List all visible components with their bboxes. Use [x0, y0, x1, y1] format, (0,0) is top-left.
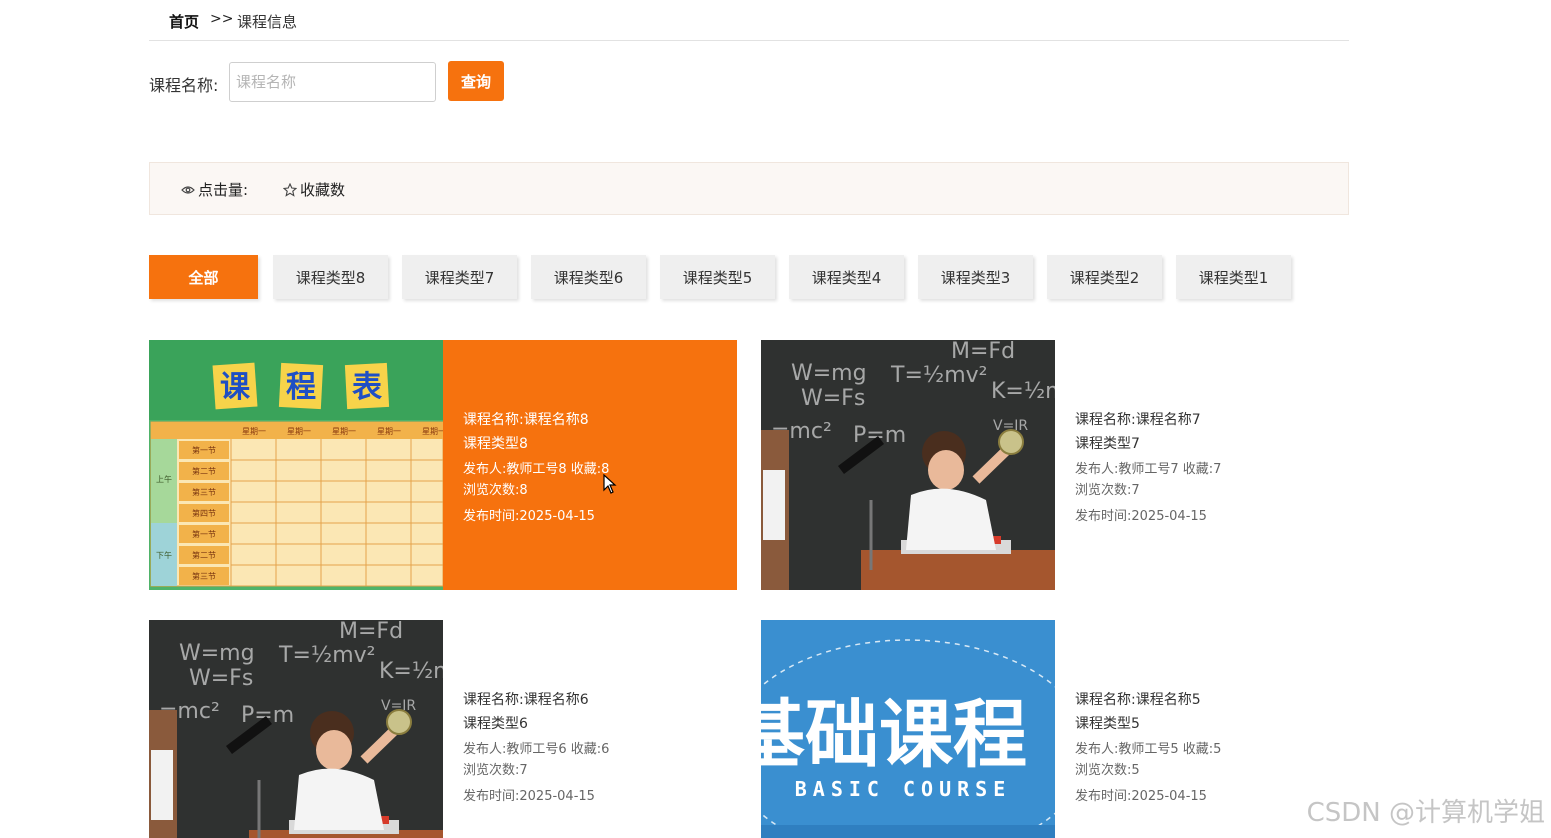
course-type: 课程类型8: [463, 436, 528, 452]
course-publisher-favorites: 发布人:教师工号5 收藏:5: [1075, 739, 1349, 760]
search-label: 课程名称:: [149, 76, 219, 95]
timetable-day-4: 星期一: [377, 427, 401, 436]
formula-1: W=mg: [791, 361, 867, 386]
course-publisher-favorites: 发布人:教师工号7 收藏:7: [1075, 459, 1349, 480]
tab-course-type-6[interactable]: 课程类型6: [531, 255, 646, 299]
course-type: 课程类型5: [1075, 716, 1140, 732]
tab-course-type-3[interactable]: 课程类型3: [918, 255, 1033, 299]
course-card[interactable]: 基础课程 BASIC COURSE 课程名称:课程名称5 课程类型5 发布人:教…: [761, 620, 1349, 838]
tab-course-type-2[interactable]: 课程类型2: [1047, 255, 1162, 299]
course-publisher: 发布人:教师工号5: [1075, 742, 1179, 757]
course-type: 课程类型6: [463, 716, 528, 732]
course-publisher: 发布人:教师工号6: [463, 742, 567, 757]
formula-3: T=½mv²: [890, 363, 987, 388]
course-thumbnail-basic-course[interactable]: 基础课程 BASIC COURSE: [761, 620, 1055, 838]
course-info: 课程名称:课程名称6 课程类型6 发布人:教师工号6 收藏:6 浏览次数:7 发…: [443, 620, 737, 838]
timetable-am: 上午: [156, 474, 172, 484]
course-views: 浏览次数:8: [463, 483, 528, 498]
csdn-watermark: CSDN @计算机学姐: [1306, 798, 1545, 828]
course-thumbnail-blackboard[interactable]: W=mg W=Fs T=½mv² K=½m =mc² P=m M=Fd V=IR: [761, 340, 1055, 590]
sort-by-views[interactable]: 点击量:: [181, 179, 248, 200]
star-icon: [283, 182, 297, 197]
timetable-char-3: 表: [352, 370, 382, 405]
breadcrumb-current: 课程信息: [237, 13, 298, 31]
course-publisher: 发布人:教师工号7: [1075, 462, 1179, 477]
timetable-pm: 下午: [156, 550, 172, 560]
course-name: 课程名称:课程名称7: [1075, 412, 1201, 428]
timetable-period-2: 第二节: [192, 466, 216, 476]
timetable-day-3: 星期一: [332, 427, 356, 436]
breadcrumb-separator: >>: [210, 11, 234, 27]
formula-2: W=Fs: [801, 386, 865, 411]
sort-views-label: 点击量:: [198, 181, 249, 199]
course-favorites: 收藏:5: [1182, 742, 1222, 757]
basic-course-title: 基础课程: [761, 692, 1027, 778]
course-name: 课程名称:课程名称8: [463, 412, 589, 428]
course-publisher: 发布人:教师工号8: [463, 462, 567, 477]
course-publish-time: 发布时间:2025-04-15: [463, 789, 595, 804]
sort-favorites-label: 收藏数: [300, 181, 346, 199]
sort-by-favorites[interactable]: 收藏数: [283, 179, 345, 200]
tab-course-type-1[interactable]: 课程类型1: [1176, 255, 1291, 299]
course-card[interactable]: W=mg W=Fs T=½mv² K=½m =mc² P=m M=Fd V=IR: [149, 620, 737, 838]
course-publish-time: 发布时间:2025-04-15: [1075, 509, 1207, 524]
timetable-period-3: 第三节: [192, 487, 216, 497]
formula-4: K=½m: [379, 659, 443, 684]
course-thumbnail-blackboard[interactable]: W=mg W=Fs T=½mv² K=½m =mc² P=m M=Fd V=IR: [149, 620, 443, 838]
course-name: 课程名称:课程名称5: [1075, 692, 1201, 708]
tab-all[interactable]: 全部: [149, 255, 258, 299]
sort-bar: 点击量: 收藏数: [149, 162, 1349, 215]
timetable-day-5: 星期一: [422, 427, 443, 436]
course-info: 课程名称:课程名称5 课程类型5 发布人:教师工号5 收藏:5 浏览次数:5 发…: [1055, 620, 1349, 838]
formula-4: K=½m: [991, 379, 1055, 404]
course-card[interactable]: W=mg W=Fs T=½mv² K=½m =mc² P=m M=Fd V=IR: [761, 340, 1349, 590]
timetable-day-1: 星期一: [242, 427, 266, 436]
course-views: 浏览次数:7: [1075, 483, 1140, 498]
breadcrumb: 首页 >> 课程信息: [149, 0, 1349, 41]
search-button[interactable]: 查询: [448, 61, 504, 101]
course-views: 浏览次数:7: [463, 763, 528, 778]
timetable-period-4: 第四节: [192, 508, 216, 518]
course-views: 浏览次数:5: [1075, 763, 1140, 778]
formula-3: T=½mv²: [278, 643, 375, 668]
tab-course-type-5[interactable]: 课程类型5: [660, 255, 775, 299]
eye-icon: [181, 185, 195, 195]
timetable-period-5: 第一节: [192, 529, 216, 539]
formula-1: W=mg: [179, 641, 255, 666]
timetable-char-2: 程: [286, 370, 316, 405]
course-thumbnail-timetable[interactable]: 课 程 表 星期一 星期一 星期一 星期一 星期一 上午 下午 第一节 第二节 …: [149, 340, 443, 590]
tab-course-type-4[interactable]: 课程类型4: [789, 255, 904, 299]
course-card[interactable]: 课 程 表 星期一 星期一 星期一 星期一 星期一 上午 下午 第一节 第二节 …: [149, 340, 737, 590]
breadcrumb-home-link[interactable]: 首页: [169, 11, 199, 32]
course-favorites: 收藏:7: [1182, 462, 1222, 477]
course-publish-time: 发布时间:2025-04-15: [463, 509, 595, 524]
mouse-cursor-icon: [603, 473, 617, 498]
formula-7: M=Fd: [339, 620, 403, 644]
course-publisher-favorites: 发布人:教师工号6 收藏:6: [463, 739, 737, 760]
course-name-search-input[interactable]: [229, 62, 436, 102]
course-type: 课程类型7: [1075, 436, 1140, 452]
course-info: 课程名称:课程名称8 课程类型8 发布人:教师工号8 收藏:8 浏览次数:8 发…: [443, 340, 737, 590]
tab-course-type-7[interactable]: 课程类型7: [402, 255, 517, 299]
course-publisher-favorites: 发布人:教师工号8 收藏:8: [463, 459, 737, 480]
basic-course-subtitle: BASIC COURSE: [795, 777, 1012, 801]
timetable-char-1: 课: [220, 370, 251, 405]
tab-course-type-8[interactable]: 课程类型8: [273, 255, 388, 299]
timetable-period-1: 第一节: [192, 445, 216, 455]
course-info: 课程名称:课程名称7 课程类型7 发布人:教师工号7 收藏:7 浏览次数:7 发…: [1055, 340, 1349, 590]
timetable-period-7: 第三节: [192, 571, 216, 581]
course-favorites: 收藏:6: [570, 742, 610, 757]
timetable-period-6: 第二节: [192, 550, 216, 560]
course-name: 课程名称:课程名称6: [463, 692, 589, 708]
timetable-day-2: 星期一: [287, 427, 311, 436]
formula-2: W=Fs: [189, 666, 253, 691]
formula-7: M=Fd: [951, 340, 1015, 364]
